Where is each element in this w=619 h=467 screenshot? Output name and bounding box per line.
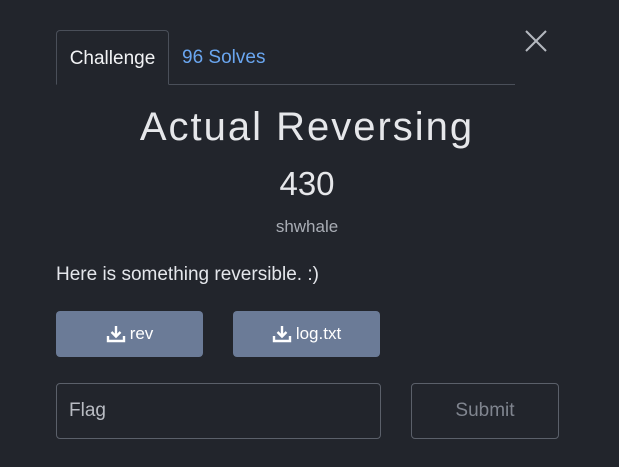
challenge-points: 430 bbox=[279, 165, 335, 202]
download-icon bbox=[272, 326, 292, 343]
tab-challenge[interactable]: Challenge bbox=[56, 30, 169, 85]
tab-solves[interactable]: 96 Solves bbox=[182, 30, 265, 84]
close-icon bbox=[525, 30, 547, 52]
submit-button[interactable]: Submit bbox=[411, 383, 559, 439]
challenge-modal: Challenge 96 Solves Actual Reversing 430… bbox=[0, 0, 619, 467]
file-download-rev[interactable]: rev bbox=[56, 311, 203, 357]
download-icon bbox=[106, 326, 125, 343]
file-label: rev bbox=[129, 324, 154, 343]
flag-input[interactable] bbox=[56, 383, 381, 439]
file-label: log.txt bbox=[295, 324, 342, 343]
file-download-log[interactable]: log.txt bbox=[233, 311, 380, 357]
challenge-author: shwhale bbox=[275, 217, 339, 236]
challenge-title: Actual Reversing bbox=[139, 105, 475, 149]
challenge-description: Here is something reversible. :) bbox=[56, 264, 319, 285]
close-button[interactable] bbox=[524, 29, 548, 53]
tab-bar: Challenge 96 Solves bbox=[56, 30, 515, 85]
